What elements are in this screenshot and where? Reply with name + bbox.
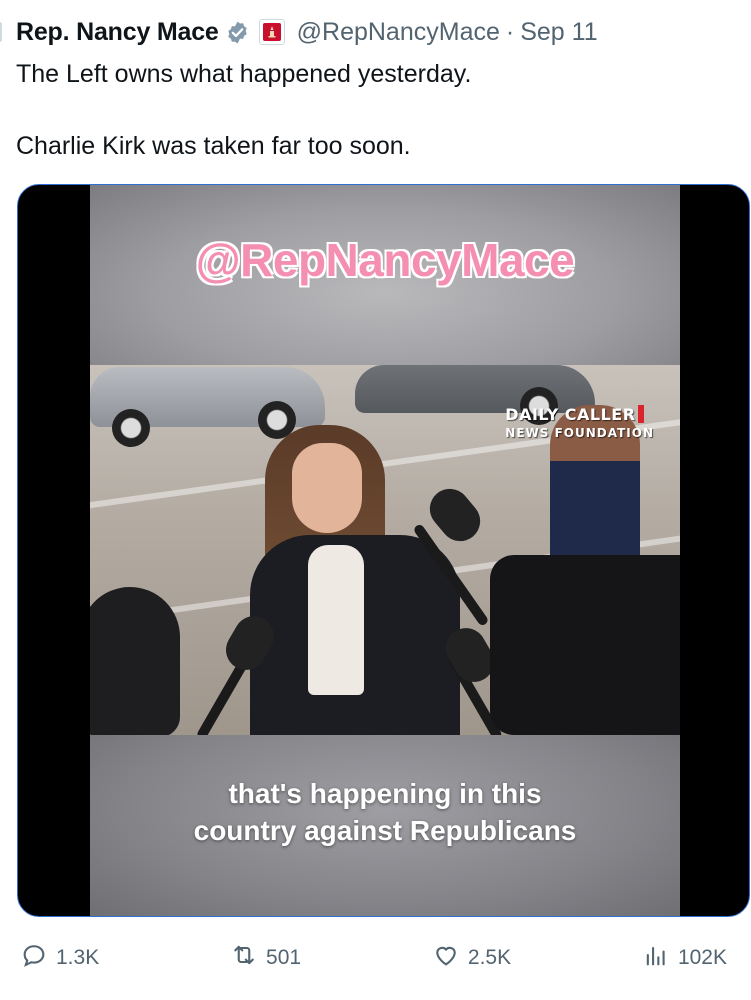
- repost-button[interactable]: 501: [230, 941, 301, 975]
- video-caption: that's happening in this country against…: [193, 778, 577, 846]
- daily-caller-watermark: DAILY CALLER NEWS FOUNDATION: [505, 405, 654, 440]
- reply-count: 1.3K: [56, 946, 100, 969]
- reply-icon: [20, 941, 48, 975]
- like-icon: [432, 941, 460, 975]
- tv-camera: [490, 555, 680, 735]
- tweet-text: The Left owns what happened yesterday. C…: [16, 60, 472, 160]
- views-icon: [642, 941, 670, 975]
- reply-button[interactable]: 1.3K: [20, 941, 99, 975]
- separator-dot: ·: [505, 17, 515, 46]
- repost-icon: [230, 941, 258, 975]
- daily-caller-logo-icon: [637, 405, 644, 423]
- display-name[interactable]: Rep. Nancy Mace: [16, 18, 219, 47]
- tweet-header: Rep. Nancy Mace @RepNancyMace · Sep 11: [16, 14, 598, 50]
- views-button[interactable]: 102K: [642, 941, 727, 975]
- video-media[interactable]: @RepNancyMace DAILY CALLER NEWS FOUNDATI…: [17, 184, 750, 917]
- video-scene-image: DAILY CALLER NEWS FOUNDATION: [90, 365, 680, 735]
- like-button[interactable]: 2.5K: [432, 941, 511, 975]
- video-frame[interactable]: @RepNancyMace DAILY CALLER NEWS FOUNDATI…: [90, 185, 680, 916]
- speaker-face: [292, 443, 362, 533]
- action-bar: 1.3K 501 2.5K 102K: [20, 940, 727, 976]
- views-count: 102K: [677, 946, 727, 969]
- thread-connector: [0, 22, 2, 42]
- government-flag-icon[interactable]: [258, 19, 285, 45]
- video-overlay-handle: @RepNancyMace: [195, 234, 575, 286]
- speaker-shirt: [308, 545, 364, 695]
- watermark-line1: DAILY CALLER: [505, 405, 636, 424]
- verified-badge-icon[interactable]: [225, 20, 250, 45]
- repost-count: 501: [266, 946, 302, 969]
- like-count: 2.5K: [467, 946, 512, 969]
- nbc-microphone: [90, 587, 180, 735]
- user-handle[interactable]: @RepNancyMace: [297, 18, 500, 47]
- post-date[interactable]: Sep 11: [520, 18, 597, 47]
- watermark-line2: NEWS FOUNDATION: [505, 426, 654, 440]
